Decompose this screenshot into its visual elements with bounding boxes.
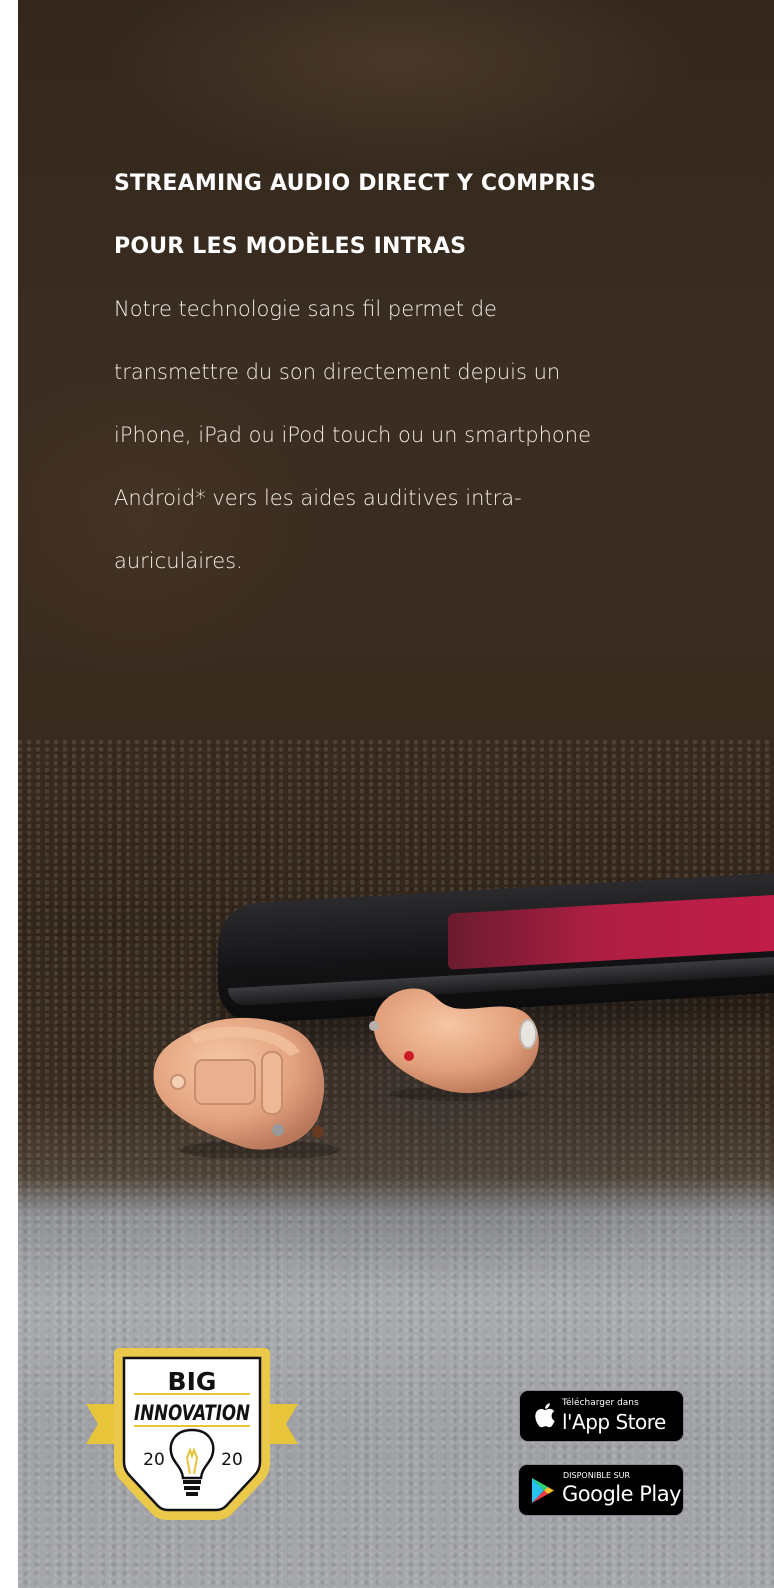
feature-description-line: iPhone, iPad ou iPod touch ou un smartph… [114,423,592,447]
app-store-button[interactable]: Télécharger dans l'App Store [519,1390,684,1442]
feature-heading-line: POUR LES MODÈLES INTRAS [114,234,467,259]
google-play-button[interactable]: DISPONIBLE SUR Google Play [518,1464,684,1516]
hearing-aid-right-image [369,988,539,1101]
award-year-left: 20 [143,1450,165,1470]
big-innovation-award-badge: BIG INNOVATION 20 20 [86,1348,298,1520]
feature-description-line: transmettre du son directement depuis un [114,360,561,384]
google-play-icon [532,1478,554,1503]
award-line1: BIG [168,1367,217,1396]
award-year-right: 20 [221,1450,243,1470]
feature-description-line: Notre technologie sans fil permet de [114,297,497,321]
feature-description-line: Android* vers les aides auditives intra- [114,486,522,510]
hearing-aid-left-image [153,1017,340,1158]
google-play-big-label: Google Play [562,1482,682,1506]
feature-heading: STREAMING AUDIO DIRECT Y COMPRIS POUR LE… [114,152,674,278]
app-store-small-label: Télécharger dans [562,1398,639,1408]
feature-text: STREAMING AUDIO DIRECT Y COMPRIS POUR LE… [114,152,674,593]
feature-description-line: auriculaires. [114,549,243,573]
app-store-big-label: l'App Store [562,1410,666,1434]
page: STREAMING AUDIO DIRECT Y COMPRIS POUR LE… [0,0,774,1588]
google-play-small-label: DISPONIBLE SUR [563,1471,631,1480]
award-line2: INNOVATION [134,1401,250,1425]
feature-heading-line: STREAMING AUDIO DIRECT Y COMPRIS [114,171,597,196]
feature-description: Notre technologie sans fil permet de tra… [114,278,674,593]
apple-icon [535,1403,555,1428]
